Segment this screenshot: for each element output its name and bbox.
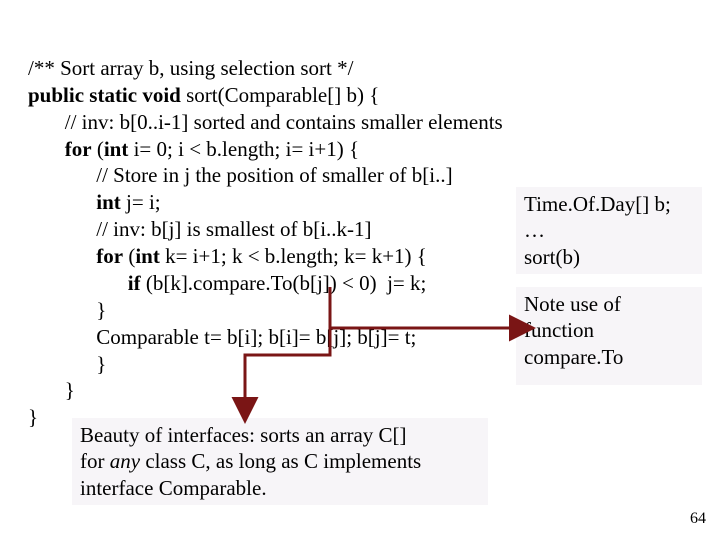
usage-example-box: Time.Of.Day[] b; … sort(b) [516,187,702,274]
note-box: Note use of function compare.To [516,287,702,385]
note-line: compare.To [524,344,694,370]
code-text: sort(Comparable[] b) { [181,83,379,107]
summary-line: Beauty of interfaces: sorts an array C[] [80,422,480,448]
code-line: } [28,405,38,429]
note-line: Note use of [524,291,694,317]
summary-box: Beauty of interfaces: sorts an array C[]… [72,418,488,505]
code-line: // inv: b[0..i-1] sorted and contains sm… [28,110,503,134]
code-text: (b[k].compare.To(b[j]) < 0) j= k; [141,271,427,295]
code-block: /** Sort array b, using selection sort *… [28,28,503,458]
code-keyword: int [135,244,160,268]
summary-text: class C, as long as C implements [140,449,421,473]
code-line: } [28,298,106,322]
code-keyword: public static void [28,83,181,107]
code-text: k= i+1; k < b.length; k= k+1) { [160,244,427,268]
code-text: i= 0; i < b.length; i= i+1) { [128,137,359,161]
code-text [28,190,96,214]
page-number: 64 [690,510,706,528]
code-text: j= i; [121,190,161,214]
summary-emphasis: any [110,449,140,473]
code-line: // Store in j the position of smaller of… [28,163,453,187]
code-keyword: for [65,137,92,161]
code-line: /** Sort array b, using selection sort *… [28,56,353,80]
code-text: ( [123,244,135,268]
note-line: function [524,317,694,343]
summary-text: for [80,449,110,473]
usage-line: … [524,217,694,243]
summary-line: interface Comparable. [80,475,480,501]
slide: /** Sort array b, using selection sort *… [0,0,720,540]
code-line: } [28,378,75,402]
code-line: Comparable t= b[i]; b[i]= b[j]; b[j]= t; [28,325,416,349]
code-keyword: int [104,137,129,161]
code-keyword: for [96,244,123,268]
code-text [28,137,65,161]
code-text: ( [92,137,104,161]
summary-line: for any class C, as long as C implements [80,448,480,474]
usage-line: Time.Of.Day[] b; [524,191,694,217]
code-line: } [28,352,106,376]
code-keyword: if [128,271,141,295]
code-text [28,271,128,295]
code-keyword: int [96,190,121,214]
code-text [28,244,96,268]
code-line: // inv: b[j] is smallest of b[i..k-1] [28,217,372,241]
usage-line: sort(b) [524,244,694,270]
